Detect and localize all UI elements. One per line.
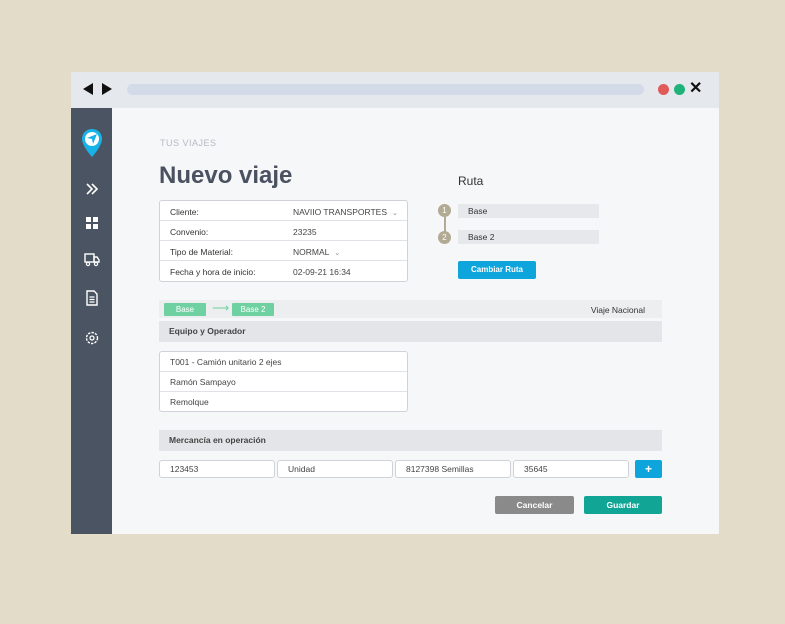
gear-icon[interactable] bbox=[83, 329, 101, 347]
equipo-row-vehicle[interactable]: T001 - Camión unitario 2 ejes bbox=[160, 352, 407, 372]
info-row-convenio: Convenio: 23235 bbox=[160, 221, 407, 241]
info-value: 23235 bbox=[293, 227, 317, 237]
route-stop-destination[interactable]: Base 2 bbox=[458, 230, 599, 244]
cancel-button[interactable]: Cancelar bbox=[495, 496, 574, 514]
url-bar[interactable] bbox=[127, 84, 644, 95]
back-arrow-icon[interactable] bbox=[83, 83, 93, 95]
trip-type-label: Viaje Nacional bbox=[590, 305, 645, 315]
info-value: 02-09-21 16:34 bbox=[293, 267, 351, 277]
chevron-down-icon: ⌄ bbox=[392, 210, 398, 217]
equipo-section-header: Equipo y Operador bbox=[159, 321, 662, 342]
route-chip-origin: Base bbox=[164, 303, 206, 316]
browser-window: ✕ TUS VIAJES Nuevo viaje Cliente: NAVIIO… bbox=[71, 72, 719, 534]
mercancia-unit-input[interactable]: Unidad bbox=[277, 460, 393, 478]
info-label: Cliente: bbox=[170, 207, 199, 217]
sidebar bbox=[71, 108, 112, 534]
document-icon[interactable] bbox=[83, 289, 101, 307]
equipo-row-trailer[interactable]: Remolque bbox=[160, 392, 407, 412]
chevron-down-icon: ⌄ bbox=[334, 250, 341, 257]
breadcrumb[interactable]: TUS VIAJES bbox=[160, 138, 217, 148]
double-chevron-right-icon[interactable] bbox=[83, 180, 101, 198]
truck-icon[interactable] bbox=[83, 250, 101, 268]
page-title: Nuevo viaje bbox=[159, 162, 293, 189]
red-dot-icon[interactable] bbox=[658, 84, 669, 95]
route-stop-origin[interactable]: Base bbox=[458, 204, 599, 218]
close-icon[interactable]: ✕ bbox=[689, 78, 702, 100]
info-label: Fecha y hora de inicio: bbox=[170, 267, 256, 277]
info-label: Tipo de Material: bbox=[170, 247, 233, 257]
grid-icon[interactable] bbox=[83, 214, 101, 232]
route-stop-number: 2 bbox=[438, 231, 451, 244]
main-content: TUS VIAJES Nuevo viaje Cliente: NAVIIO T… bbox=[112, 108, 719, 534]
equipo-table: T001 - Camión unitario 2 ejes Ramón Samp… bbox=[159, 351, 408, 412]
info-row-cliente[interactable]: Cliente: NAVIIO TRANSPORTES ⌄ bbox=[160, 201, 407, 221]
mercancia-quantity-input[interactable]: 35645 bbox=[513, 460, 629, 478]
route-chip-destination: Base 2 bbox=[232, 303, 274, 316]
add-mercancia-button[interactable]: + bbox=[635, 460, 662, 478]
equipo-row-operator[interactable]: Ramón Sampayo bbox=[160, 372, 407, 392]
material-select[interactable]: NORMAL ⌄ bbox=[293, 247, 340, 257]
forward-arrow-icon[interactable] bbox=[102, 83, 112, 95]
mercancia-code-input[interactable]: 123453 bbox=[159, 460, 275, 478]
arrow-right-icon: ⟶ bbox=[212, 301, 230, 315]
cliente-select[interactable]: NAVIIO TRANSPORTES ⌄ bbox=[293, 207, 398, 217]
change-route-button[interactable]: Cambiar Ruta bbox=[458, 261, 536, 279]
logo-pin-icon[interactable] bbox=[81, 128, 103, 158]
info-label: Convenio: bbox=[170, 227, 209, 237]
route-summary-strip: Base ⟶ Base 2 Viaje Nacional bbox=[159, 300, 662, 318]
ruta-title: Ruta bbox=[458, 174, 484, 188]
info-row-material[interactable]: Tipo de Material: NORMAL ⌄ bbox=[160, 241, 407, 261]
info-row-fecha: Fecha y hora de inicio: 02-09-21 16:34 bbox=[160, 261, 407, 281]
save-button[interactable]: Guardar bbox=[584, 496, 662, 514]
mercancia-section-header: Mercancía en operación bbox=[159, 430, 662, 451]
trip-info-table: Cliente: NAVIIO TRANSPORTES ⌄ Convenio: 2… bbox=[159, 200, 408, 282]
route-stop-number: 1 bbox=[438, 204, 451, 217]
mercancia-product-input[interactable]: 8127398 Semillas bbox=[395, 460, 511, 478]
browser-titlebar: ✕ bbox=[71, 72, 719, 108]
green-dot-icon[interactable] bbox=[674, 84, 685, 95]
